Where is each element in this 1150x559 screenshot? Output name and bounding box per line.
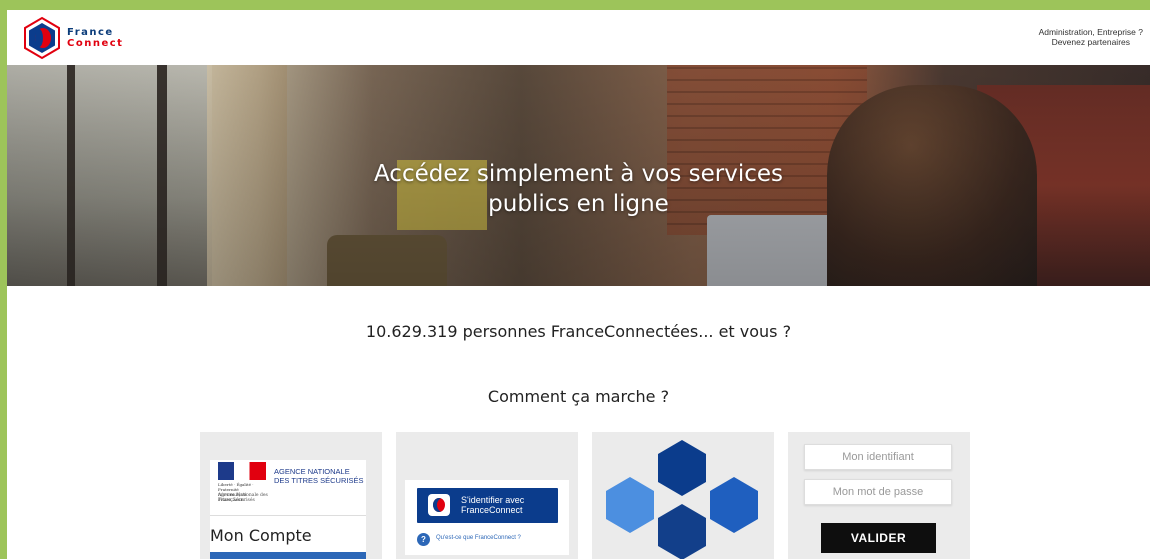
franceconnect-login-button[interactable]: S'identifier avec FranceConnect (417, 488, 558, 523)
fc-label-line1: S'identifier avec (461, 495, 525, 505)
step-card-login: Mon identifiant Mon mot de passe VALIDER (788, 432, 970, 559)
identifier-input[interactable]: Mon identifiant (804, 444, 952, 470)
hero-title: Accédez simplement à vos services public… (7, 159, 1150, 219)
ants-mock: Liberté · Égalité · Fraternité RÉPUBLIQU… (210, 460, 366, 559)
logo-text-connect: Connect (67, 38, 124, 49)
partner-link-line2: Devenez partenaires (1051, 37, 1130, 47)
ants-blue-bar (210, 552, 366, 559)
hexagon-right (710, 477, 758, 533)
valider-button[interactable]: VALIDER (821, 523, 936, 553)
hexagons-icon (606, 440, 758, 559)
hexagon-left (606, 477, 654, 533)
logo-text-france: France (67, 27, 114, 38)
mon-compte-title: Mon Compte (210, 526, 312, 545)
header: France Connect Administration, Entrepris… (7, 10, 1150, 65)
divider (210, 515, 366, 516)
step-card-fc-button: S'identifier avec FranceConnect ? Qu'est… (396, 432, 578, 559)
partner-link[interactable]: Administration, Entreprise ? Devenez par… (1039, 27, 1143, 47)
step-card-hexagons (592, 432, 774, 559)
hero-title-line1: Accédez simplement à vos services (373, 161, 784, 187)
hero-banner: Accédez simplement à vos services public… (7, 65, 1150, 286)
hexagon-top (658, 440, 706, 496)
hero-title-line2: publics en ligne (488, 191, 669, 217)
logo-text[interactable]: France Connect (67, 27, 123, 49)
how-it-works-title: Comment ça marche ? (487, 387, 670, 406)
franceconnect-logo-icon[interactable] (22, 16, 62, 60)
ants-agency-name: AGENCE NATIONALE DES TITRES SÉCURISÉS (274, 467, 364, 485)
step-card-ants: Liberté · Égalité · Fraternité RÉPUBLIQU… (200, 432, 382, 559)
partner-link-line1: Administration, Entreprise ? (1038, 27, 1143, 37)
fc-button-panel: S'identifier avec FranceConnect ? Qu'est… (405, 480, 569, 555)
question-icon: ? (417, 533, 430, 546)
connected-counter: 10.629.319 personnes FranceConnectées...… (365, 322, 792, 341)
french-flag-icon (218, 462, 266, 480)
page: France Connect Administration, Entrepris… (7, 10, 1150, 559)
what-is-fc-text: Qu'est-ce que FranceConnect ? (436, 535, 521, 541)
franceconnect-button-label: S'identifier avec FranceConnect (461, 495, 524, 515)
franceconnect-icon (428, 494, 450, 516)
password-input[interactable]: Mon mot de passe (804, 479, 952, 505)
ants-agency-small: Agence Nationale des Titres Sécurisés (218, 493, 268, 503)
hexagon-bottom (658, 504, 706, 559)
fc-label-line2: FranceConnect (461, 505, 523, 515)
